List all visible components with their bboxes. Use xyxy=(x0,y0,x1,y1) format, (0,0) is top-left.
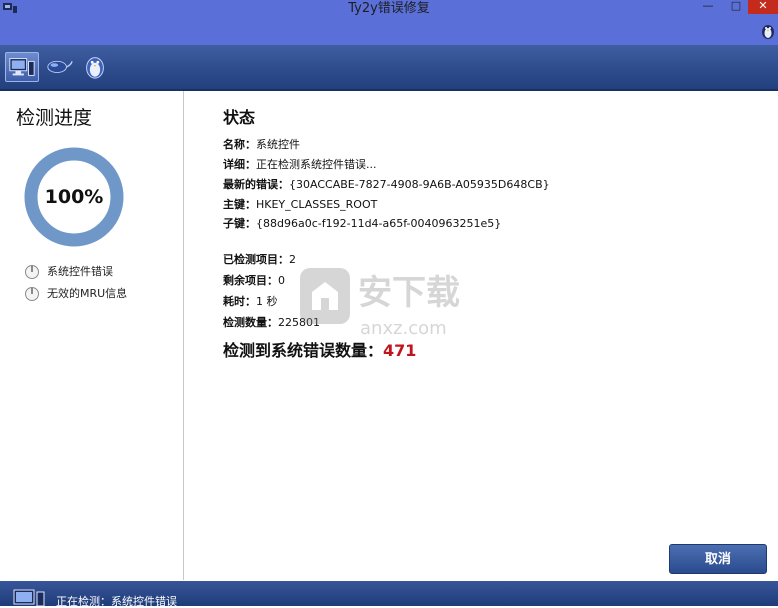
progress-panel: 检测进度 100% 系统控件错误 无效的MRU信息 xyxy=(0,91,184,580)
mouse-icon xyxy=(47,60,73,73)
status-bar: 正在检测：系统控件错误 xyxy=(0,581,778,608)
status-elapsed-key: 耗时： xyxy=(223,295,256,308)
status-mainkey-key: 主键： xyxy=(223,198,256,211)
computer-scan-icon xyxy=(13,589,45,606)
status-latest-key: 最新的错误： xyxy=(223,178,289,191)
cancel-button[interactable]: 取消 xyxy=(669,544,767,574)
status-count-key: 检测数量： xyxy=(223,316,278,329)
status-checked-key: 已检测项目： xyxy=(223,253,289,266)
check-item-label: 系统控件错误 xyxy=(47,265,113,278)
minimize-button[interactable]: — xyxy=(697,0,719,14)
error-total-value: 471 xyxy=(383,341,417,360)
status-remaining-key: 剩余项目： xyxy=(223,274,278,287)
status-name-key: 名称： xyxy=(223,138,256,151)
status-sub-key: 子键：{88d96a0c-f192-11d4-a65f-0040963251e5… xyxy=(223,216,501,232)
bulb-icon xyxy=(25,287,39,301)
watermark-text-cn: 安下载 xyxy=(358,273,460,313)
watermark-text-en: anxz.com xyxy=(360,318,447,339)
computer-scan-icon xyxy=(9,58,35,76)
watermark-logo: 安下载 anxz.com xyxy=(300,268,460,339)
status-detail-key: 详细： xyxy=(223,158,256,171)
progress-heading: 检测进度 xyxy=(16,107,93,129)
maximize-button[interactable]: □ xyxy=(725,0,747,14)
tab-mouse[interactable] xyxy=(43,52,77,82)
status-detail: 详细：正在检测系统控件错误... xyxy=(223,157,377,173)
status-remaining-items: 剩余项目：0 xyxy=(223,273,285,289)
check-item-system-controls: 系统控件错误 xyxy=(24,263,113,281)
status-checked-value: 2 xyxy=(289,253,296,266)
toolbar xyxy=(0,45,778,91)
status-checked-items: 已检测项目：2 xyxy=(223,252,296,268)
status-main-key: 主键：HKEY_CLASSES_ROOT xyxy=(223,197,377,213)
status-elapsed-value: 1 秒 xyxy=(256,295,278,308)
status-subkey-key: 子键： xyxy=(223,217,256,230)
penguin-icon[interactable] xyxy=(760,22,776,40)
status-latest-value: {30ACCABE-7827-4908-9A6B-A05935D648CB} xyxy=(289,178,550,191)
status-name: 名称：系统控件 xyxy=(223,137,300,153)
error-total-label: 检测到系统错误数量： xyxy=(223,341,384,360)
close-button[interactable]: ✕ xyxy=(748,0,778,14)
status-latest-error: 最新的错误：{30ACCABE-7827-4908-9A6B-A05935D64… xyxy=(223,177,550,193)
status-name-value: 系统控件 xyxy=(256,138,300,151)
status-detail-value: 正在检测系统控件错误... xyxy=(256,158,377,171)
title-bar: Ty2y错误修复 — □ ✕ xyxy=(0,0,778,45)
status-bar-text: 正在检测：系统控件错误 xyxy=(56,595,177,608)
progress-percent: 100% xyxy=(44,186,104,208)
check-item-label: 无效的MRU信息 xyxy=(47,287,128,300)
status-elapsed: 耗时：1 秒 xyxy=(223,294,278,310)
status-remaining-value: 0 xyxy=(278,274,285,287)
tab-penguin[interactable] xyxy=(79,52,113,82)
check-item-mru: 无效的MRU信息 xyxy=(24,285,127,303)
status-mainkey-value: HKEY_CLASSES_ROOT xyxy=(256,198,378,211)
status-subkey-value: {88d96a0c-f192-11d4-a65f-0040963251e5} xyxy=(256,217,502,230)
status-heading: 状态 xyxy=(223,108,256,127)
penguin-icon xyxy=(86,57,104,79)
window-title: Ty2y错误修复 xyxy=(348,1,430,16)
tab-scan[interactable] xyxy=(5,52,39,82)
bulb-icon xyxy=(25,265,39,279)
